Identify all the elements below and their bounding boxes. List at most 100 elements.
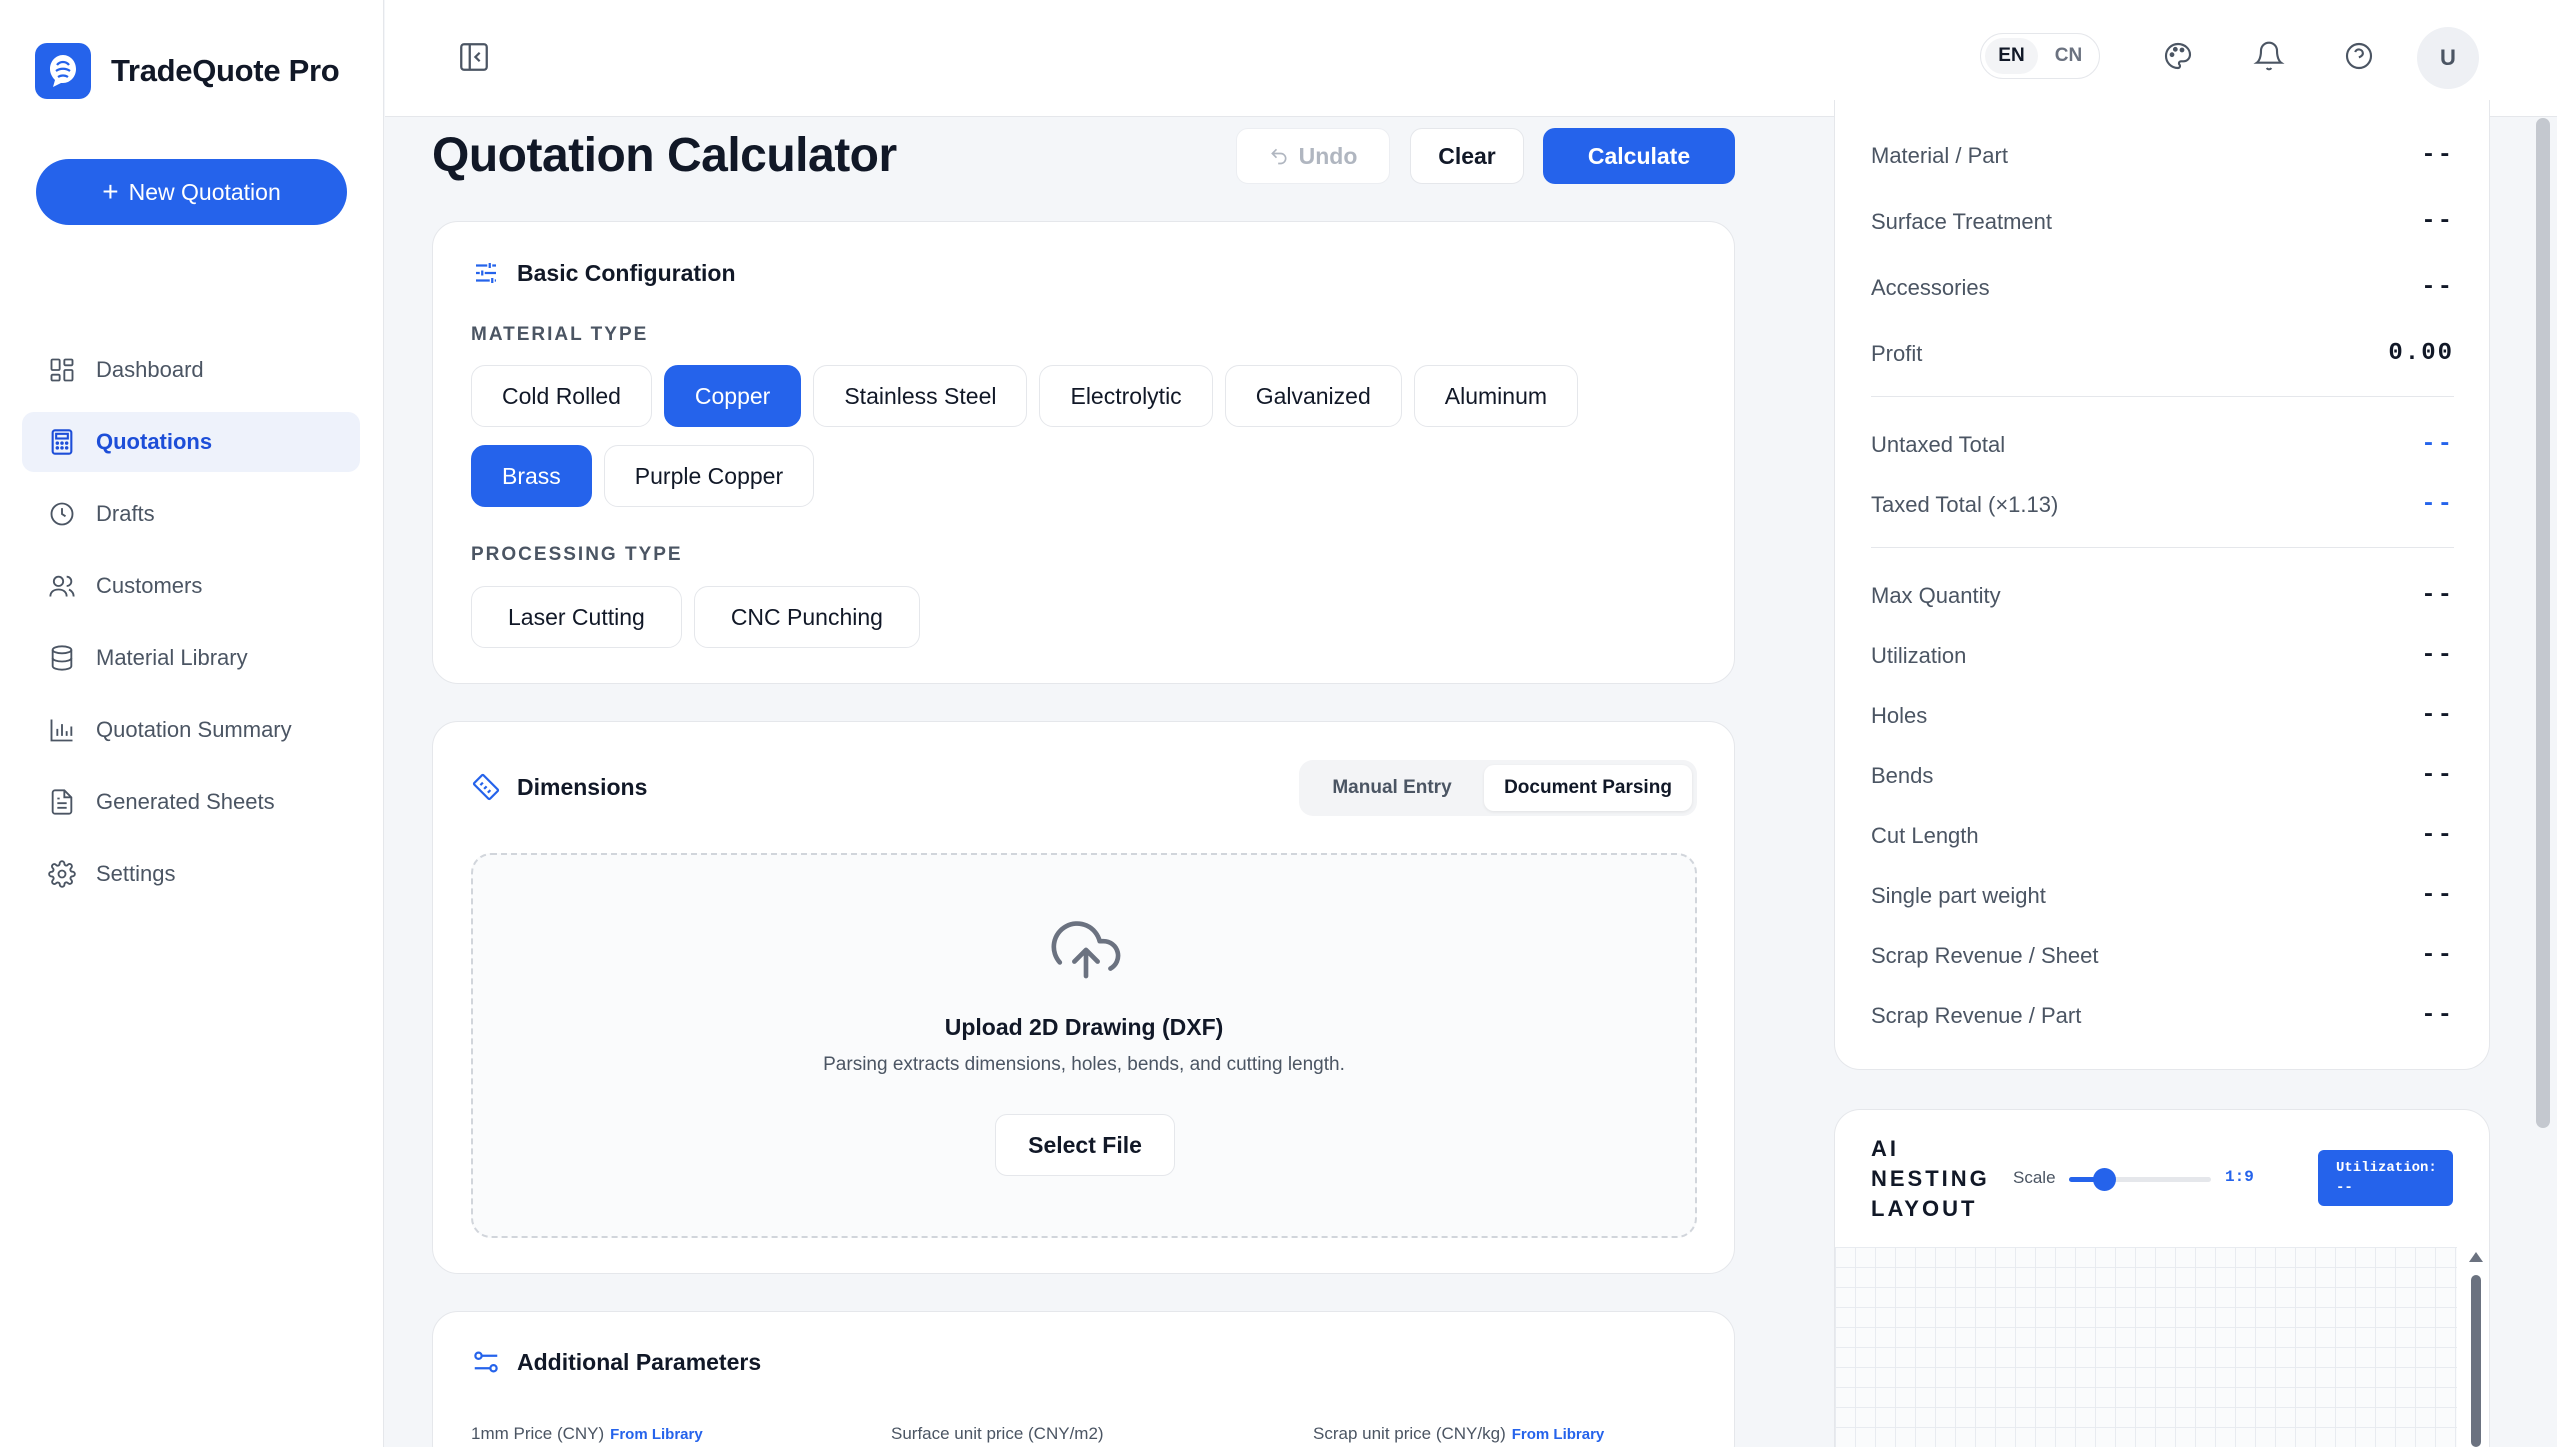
scroll-up-arrow[interactable] bbox=[2469, 1252, 2483, 1262]
upload-subtitle: Parsing extracts dimensions, holes, bend… bbox=[823, 1054, 1345, 1075]
summary-value: -- bbox=[2421, 431, 2454, 458]
sidebar-item-drafts[interactable]: Drafts bbox=[22, 484, 360, 544]
material-chip[interactable]: Aluminum bbox=[1413, 365, 1579, 427]
material-chip[interactable]: Copper bbox=[663, 365, 802, 427]
clock-icon bbox=[50, 502, 74, 526]
upload-dropzone[interactable]: Upload 2D Drawing (DXF) Parsing extracts… bbox=[471, 853, 1697, 1238]
ai-nesting-layout-card: AI NESTING LAYOUT Scale 1:9 Utilization:… bbox=[1834, 1109, 2490, 1447]
page-scrollbar[interactable] bbox=[2536, 118, 2550, 1128]
summary-value: -- bbox=[2421, 942, 2454, 969]
processing-chips: Laser Cutting CNC Punching bbox=[471, 586, 920, 648]
summary-value: -- bbox=[2421, 274, 2454, 301]
summary-value: 0.00 bbox=[2388, 340, 2454, 367]
summary-value: -- bbox=[2421, 1002, 2454, 1029]
utilization-value: -- bbox=[2336, 1180, 2353, 1196]
nesting-scrollbar[interactable] bbox=[2471, 1275, 2481, 1447]
bell-icon[interactable] bbox=[2253, 40, 2285, 72]
summary-row: Taxed Total (×1.13) -- bbox=[1871, 491, 2454, 518]
processing-chip[interactable]: Laser Cutting bbox=[471, 586, 682, 648]
summary-row: Max Quantity -- bbox=[1871, 582, 2454, 609]
material-chip[interactable]: Brass bbox=[471, 445, 592, 507]
users-icon bbox=[49, 575, 75, 597]
lang-cn-button[interactable]: CN bbox=[2042, 38, 2095, 74]
file-icon bbox=[51, 789, 73, 815]
material-chip[interactable]: Purple Copper bbox=[603, 445, 815, 507]
divider bbox=[1871, 396, 2454, 397]
tab-manual-entry[interactable]: Manual Entry bbox=[1304, 765, 1480, 811]
material-chip[interactable]: Galvanized bbox=[1224, 365, 1402, 427]
material-chip[interactable]: Cold Rolled bbox=[471, 365, 652, 427]
summary-row: Accessories -- bbox=[1871, 274, 2454, 301]
sidebar-item-generated-sheets[interactable]: Generated Sheets bbox=[22, 772, 360, 832]
summary-row: Utilization -- bbox=[1871, 642, 2454, 669]
clear-button[interactable]: Clear bbox=[1410, 128, 1524, 184]
ruler-icon bbox=[472, 773, 500, 801]
lang-en-button[interactable]: EN bbox=[1985, 38, 2038, 74]
scale-value: 1:9 bbox=[2225, 1168, 2254, 1186]
help-icon[interactable] bbox=[2343, 40, 2375, 72]
summary-label: Max Quantity bbox=[1871, 582, 2001, 608]
sidebar-item-label: Drafts bbox=[96, 501, 155, 526]
summary-value: -- bbox=[2421, 702, 2454, 729]
material-chip[interactable]: Stainless Steel bbox=[813, 365, 1028, 427]
gear-icon bbox=[48, 860, 76, 888]
sidebar-item-label: Material Library bbox=[96, 645, 248, 670]
nesting-canvas[interactable] bbox=[1835, 1247, 2457, 1447]
scale-slider[interactable] bbox=[2069, 1168, 2211, 1191]
sidebar-item-quotations[interactable]: Quotations bbox=[22, 412, 360, 472]
from-library-link[interactable]: From Library bbox=[1512, 1426, 1605, 1443]
new-quotation-button[interactable]: + New Quotation bbox=[36, 159, 347, 225]
sidebar-collapse-icon[interactable] bbox=[457, 40, 491, 74]
summary-value: -- bbox=[2421, 882, 2454, 909]
sidebar-item-label: Quotation Summary bbox=[96, 717, 292, 742]
scale-slider-thumb[interactable] bbox=[2093, 1168, 2116, 1191]
brand-name: TradeQuote Pro bbox=[111, 53, 340, 88]
summary-label: Accessories bbox=[1871, 274, 1990, 300]
from-library-link[interactable]: From Library bbox=[610, 1426, 703, 1443]
sidebar-item-customers[interactable]: Customers bbox=[22, 556, 360, 616]
bar-chart-icon bbox=[50, 719, 73, 742]
sidebar-item-quotation-summary[interactable]: Quotation Summary bbox=[22, 700, 360, 760]
utilization-label: Utilization: bbox=[2336, 1160, 2437, 1176]
surface-label: Surface unit price (CNY/m2) bbox=[891, 1424, 1104, 1443]
surface-param: Surface unit price (CNY/m2) bbox=[891, 1424, 1104, 1444]
sidebar-item-label: Generated Sheets bbox=[96, 789, 275, 814]
avatar[interactable]: U bbox=[2417, 27, 2479, 89]
card-title: Additional Parameters bbox=[517, 1348, 762, 1375]
select-file-button[interactable]: Select File bbox=[995, 1114, 1175, 1176]
summary-row: Profit 0.00 bbox=[1871, 340, 2454, 367]
summary-label: Utilization bbox=[1871, 642, 1967, 668]
price-param: 1mm Price (CNY) From Library bbox=[471, 1424, 703, 1444]
sidebar-item-dashboard[interactable]: Dashboard bbox=[22, 340, 360, 400]
undo-button[interactable]: Undo bbox=[1236, 128, 1390, 184]
card-title: Basic Configuration bbox=[517, 259, 736, 286]
sidebar-item-label: Customers bbox=[96, 573, 203, 598]
tab-document-parsing[interactable]: Document Parsing bbox=[1484, 765, 1692, 811]
summary-value: -- bbox=[2421, 142, 2454, 169]
palette-icon[interactable] bbox=[2162, 40, 2194, 72]
quote-summary-panel: Material / Part -- Surface Treatment -- Ac… bbox=[1834, 100, 2490, 1070]
input-mode-tabs: Manual Entry Document Parsing bbox=[1299, 760, 1697, 816]
material-chip[interactable]: Electrolytic bbox=[1039, 365, 1213, 427]
card-title: Dimensions bbox=[517, 773, 648, 800]
summary-value: -- bbox=[2421, 491, 2454, 518]
card-header: Basic Configuration bbox=[471, 258, 736, 288]
brand[interactable]: TradeQuote Pro bbox=[35, 43, 340, 99]
material-chips: Cold Rolled Copper Stainless Steel Elect… bbox=[471, 365, 1621, 507]
sidebar: TradeQuote Pro + New Quotation Dashboard… bbox=[0, 0, 384, 1447]
processing-chip[interactable]: CNC Punching bbox=[693, 586, 920, 648]
summary-label: Scrap Revenue / Sheet bbox=[1871, 942, 2099, 968]
calculate-button[interactable]: Calculate bbox=[1543, 128, 1735, 184]
plus-icon: + bbox=[102, 176, 119, 207]
scale-label: Scale bbox=[2013, 1168, 2056, 1187]
calculator-icon bbox=[51, 429, 73, 455]
summary-label: Single part weight bbox=[1871, 882, 2046, 908]
sidebar-item-label: Quotations bbox=[96, 429, 213, 454]
summary-value: -- bbox=[2421, 762, 2454, 789]
summary-row: Scrap Revenue / Sheet -- bbox=[1871, 942, 2454, 969]
sidebar-item-settings[interactable]: Settings bbox=[22, 844, 360, 904]
sidebar-item-label: Settings bbox=[96, 861, 176, 886]
sidebar-item-material-library[interactable]: Material Library bbox=[22, 628, 360, 688]
language-toggle: EN CN bbox=[1980, 33, 2100, 79]
undo-label: Undo bbox=[1298, 142, 1358, 169]
